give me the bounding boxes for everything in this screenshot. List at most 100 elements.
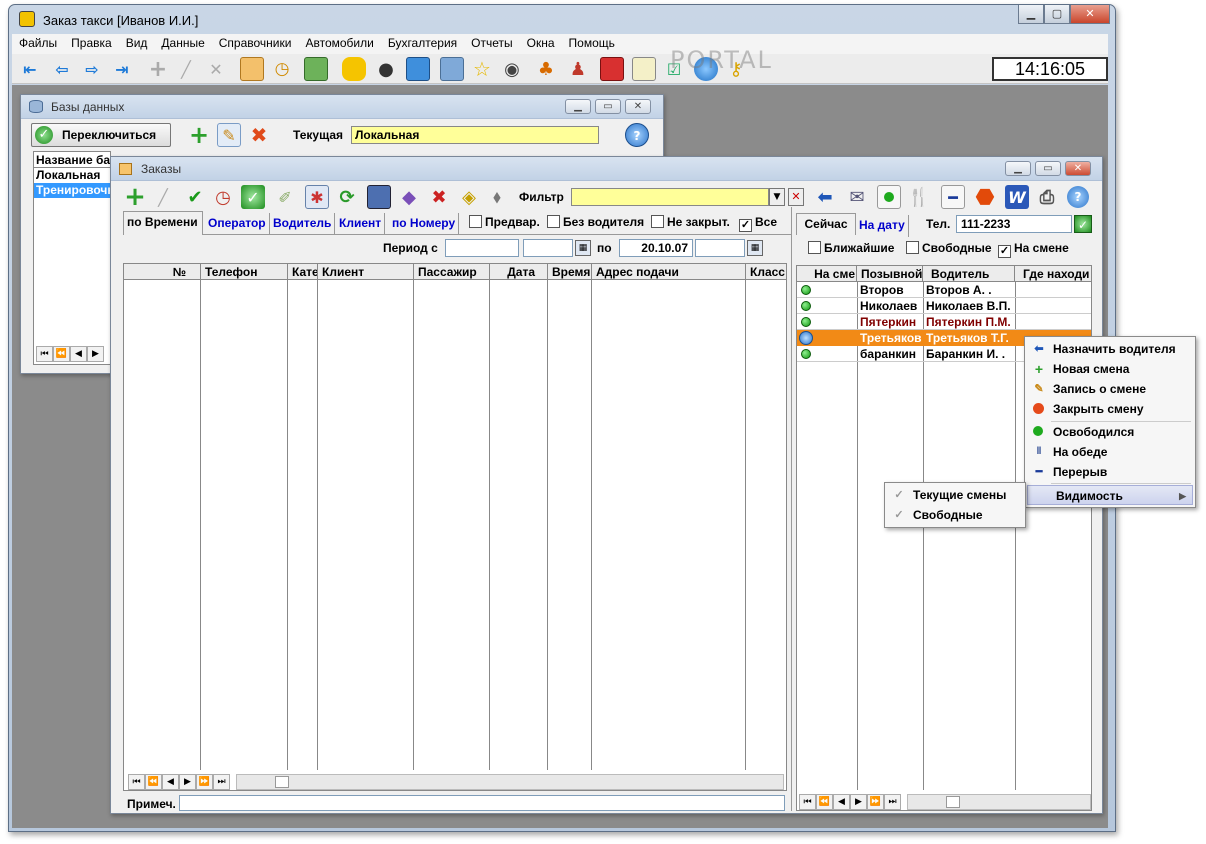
prev-record-icon[interactable]: ⇦ bbox=[50, 57, 74, 81]
help-icon[interactable]: ? bbox=[625, 123, 649, 147]
checkbox-box[interactable] bbox=[547, 215, 560, 228]
nav-last[interactable]: ⏭ bbox=[884, 794, 901, 810]
nav-prev[interactable]: ◀ bbox=[162, 774, 179, 790]
nav-prev-page[interactable]: ⏪ bbox=[816, 794, 833, 810]
tab-by-number[interactable]: по Номеру bbox=[389, 213, 460, 235]
nav-first[interactable]: ⏮ bbox=[36, 346, 53, 362]
driver-row[interactable]: Николаев Николаев В.П. bbox=[797, 298, 1091, 314]
print-icon[interactable]: ⎙ bbox=[1035, 185, 1059, 209]
nav-first[interactable]: ⏮ bbox=[799, 794, 816, 810]
col-on-shift[interactable]: На сме bbox=[797, 266, 857, 282]
col-passenger[interactable]: Пассажир bbox=[414, 264, 490, 280]
menu-assign-driver[interactable]: ⬅ Назначить водителя bbox=[1025, 339, 1195, 359]
col-client[interactable]: Клиент bbox=[318, 264, 414, 280]
maximize-button[interactable]: ▢ bbox=[1044, 5, 1070, 24]
diamond-icon[interactable]: ◆ bbox=[397, 185, 421, 209]
word-export-icon[interactable]: W bbox=[1005, 185, 1029, 209]
tel-confirm-icon[interactable]: ✓ bbox=[1074, 215, 1092, 233]
calendar-clock-icon[interactable]: ◷ bbox=[270, 57, 294, 81]
wheel-icon[interactable]: ◉ bbox=[500, 57, 524, 81]
add-db-icon[interactable]: + bbox=[187, 121, 211, 149]
users-icon[interactable]: ♣ bbox=[534, 57, 558, 81]
filter-input[interactable] bbox=[571, 188, 769, 206]
book-icon[interactable] bbox=[600, 57, 624, 81]
menu-files[interactable]: Файлы bbox=[12, 34, 64, 50]
no-driver-checkbox[interactable]: Без водителя bbox=[547, 215, 644, 229]
col-date[interactable]: Дата bbox=[490, 264, 548, 280]
delete-db-icon[interactable]: ✖ bbox=[247, 123, 271, 147]
menu-became-free[interactable]: Освободился bbox=[1025, 422, 1195, 442]
building-icon[interactable] bbox=[440, 57, 464, 81]
menu-data[interactable]: Данные bbox=[154, 34, 211, 50]
operator-icon[interactable]: ♟ bbox=[566, 57, 590, 81]
scroll-thumb[interactable] bbox=[275, 776, 289, 788]
break-icon[interactable]: ━ bbox=[941, 185, 965, 209]
db-restore-button[interactable]: ▭ bbox=[595, 99, 621, 114]
money-icon[interactable] bbox=[304, 57, 328, 81]
all-checkbox[interactable]: ✓ Все bbox=[739, 215, 777, 232]
taxi-car-icon[interactable] bbox=[342, 57, 366, 81]
col-callsign[interactable]: Позывной bbox=[857, 266, 923, 282]
map-icon[interactable]: ✱ bbox=[305, 185, 329, 209]
menu-visibility[interactable]: Видимость ▶ bbox=[1027, 485, 1193, 505]
col-time[interactable]: Время bbox=[548, 264, 592, 280]
driver-row[interactable]: Пятеркин Пятеркин П.М. bbox=[797, 314, 1091, 330]
not-closed-checkbox[interactable]: Не закрыт. bbox=[651, 215, 730, 229]
timer-icon[interactable]: ◷ bbox=[211, 185, 235, 209]
nearest-checkbox[interactable]: Ближайшие bbox=[808, 241, 894, 255]
nav-next-page[interactable]: ⏩ bbox=[867, 794, 884, 810]
tab-by-time[interactable]: по Времени bbox=[123, 211, 203, 235]
prelim-checkbox[interactable]: Предвар. bbox=[469, 215, 540, 229]
menu-references[interactable]: Справочники bbox=[212, 34, 299, 50]
db-close-button[interactable]: ✕ bbox=[625, 99, 651, 114]
car-icon[interactable] bbox=[367, 185, 391, 209]
menu-shift-record[interactable]: ✎ Запись о смене bbox=[1025, 379, 1195, 399]
tab-now[interactable]: Сейчас bbox=[796, 213, 856, 235]
nav-prev-page[interactable]: ⏪ bbox=[53, 346, 70, 362]
drivers-hscrollbar[interactable] bbox=[907, 794, 1091, 810]
checkbox-box[interactable] bbox=[808, 241, 821, 254]
period-from-date[interactable] bbox=[445, 239, 519, 257]
nav-next[interactable]: ▶ bbox=[179, 774, 196, 790]
tag-icon[interactable]: ◈ bbox=[457, 185, 481, 209]
edit-order-icon[interactable]: ╱ bbox=[151, 185, 175, 209]
menu-break[interactable]: ━ Перерыв bbox=[1025, 462, 1195, 482]
first-record-icon[interactable]: ⇤ bbox=[18, 57, 42, 81]
nav-prev-page[interactable]: ⏪ bbox=[145, 774, 162, 790]
last-record-icon[interactable]: ⇥ bbox=[110, 57, 134, 81]
orders-close-button[interactable]: ✕ bbox=[1065, 161, 1091, 176]
scroll-thumb[interactable] bbox=[946, 796, 960, 808]
menu-accounting[interactable]: Бухгалтерия bbox=[381, 34, 464, 50]
delete-icon[interactable]: ✕ bbox=[204, 57, 228, 81]
submenu-current-shifts[interactable]: ✓ Текущие смены bbox=[885, 485, 1025, 505]
calendar-icon[interactable]: ▦ bbox=[575, 240, 591, 256]
star-icon[interactable]: ☆ bbox=[470, 57, 494, 81]
checkbox-box[interactable] bbox=[651, 215, 664, 228]
orders-minimize-button[interactable]: ▁ bbox=[1005, 161, 1031, 176]
free-status-icon[interactable] bbox=[877, 185, 901, 209]
col-driver[interactable]: Водитель bbox=[923, 266, 1015, 282]
tab-operator[interactable]: Оператор bbox=[205, 213, 270, 235]
checkbox-checked[interactable]: ✓ bbox=[739, 219, 752, 232]
nav-next-page[interactable]: ⏩ bbox=[196, 774, 213, 790]
back-arrow-icon[interactable]: ⬅ bbox=[813, 185, 837, 209]
menu-reports[interactable]: Отчеты bbox=[464, 34, 519, 50]
menu-new-shift[interactable]: + Новая смена bbox=[1025, 359, 1195, 379]
db-list-item[interactable]: Локальная bbox=[34, 168, 110, 183]
note-field[interactable] bbox=[179, 795, 785, 811]
edit-db-icon[interactable]: ✎ bbox=[217, 123, 241, 147]
orders-help-icon[interactable]: ? bbox=[1067, 186, 1089, 208]
refresh-icon[interactable]: ⟳ bbox=[335, 185, 359, 209]
nav-prev[interactable]: ◀ bbox=[833, 794, 850, 810]
add-icon[interactable]: + bbox=[146, 57, 170, 82]
lunch-icon[interactable]: 🍴 bbox=[907, 185, 931, 209]
approve-icon[interactable]: ✓ bbox=[241, 185, 265, 209]
clear-filter-icon[interactable]: ✕ bbox=[788, 188, 804, 206]
cancel-order-icon[interactable]: ✖ bbox=[427, 185, 451, 209]
menu-close-shift[interactable]: Закрыть смену bbox=[1025, 399, 1195, 419]
submenu-free[interactable]: ✓ Свободные bbox=[885, 505, 1025, 525]
tab-on-date[interactable]: На дату bbox=[856, 215, 909, 237]
chart-icon[interactable] bbox=[406, 57, 430, 81]
tool-icon[interactable]: ✐ bbox=[273, 185, 297, 209]
checkbox-checked[interactable]: ✓ bbox=[998, 245, 1011, 258]
